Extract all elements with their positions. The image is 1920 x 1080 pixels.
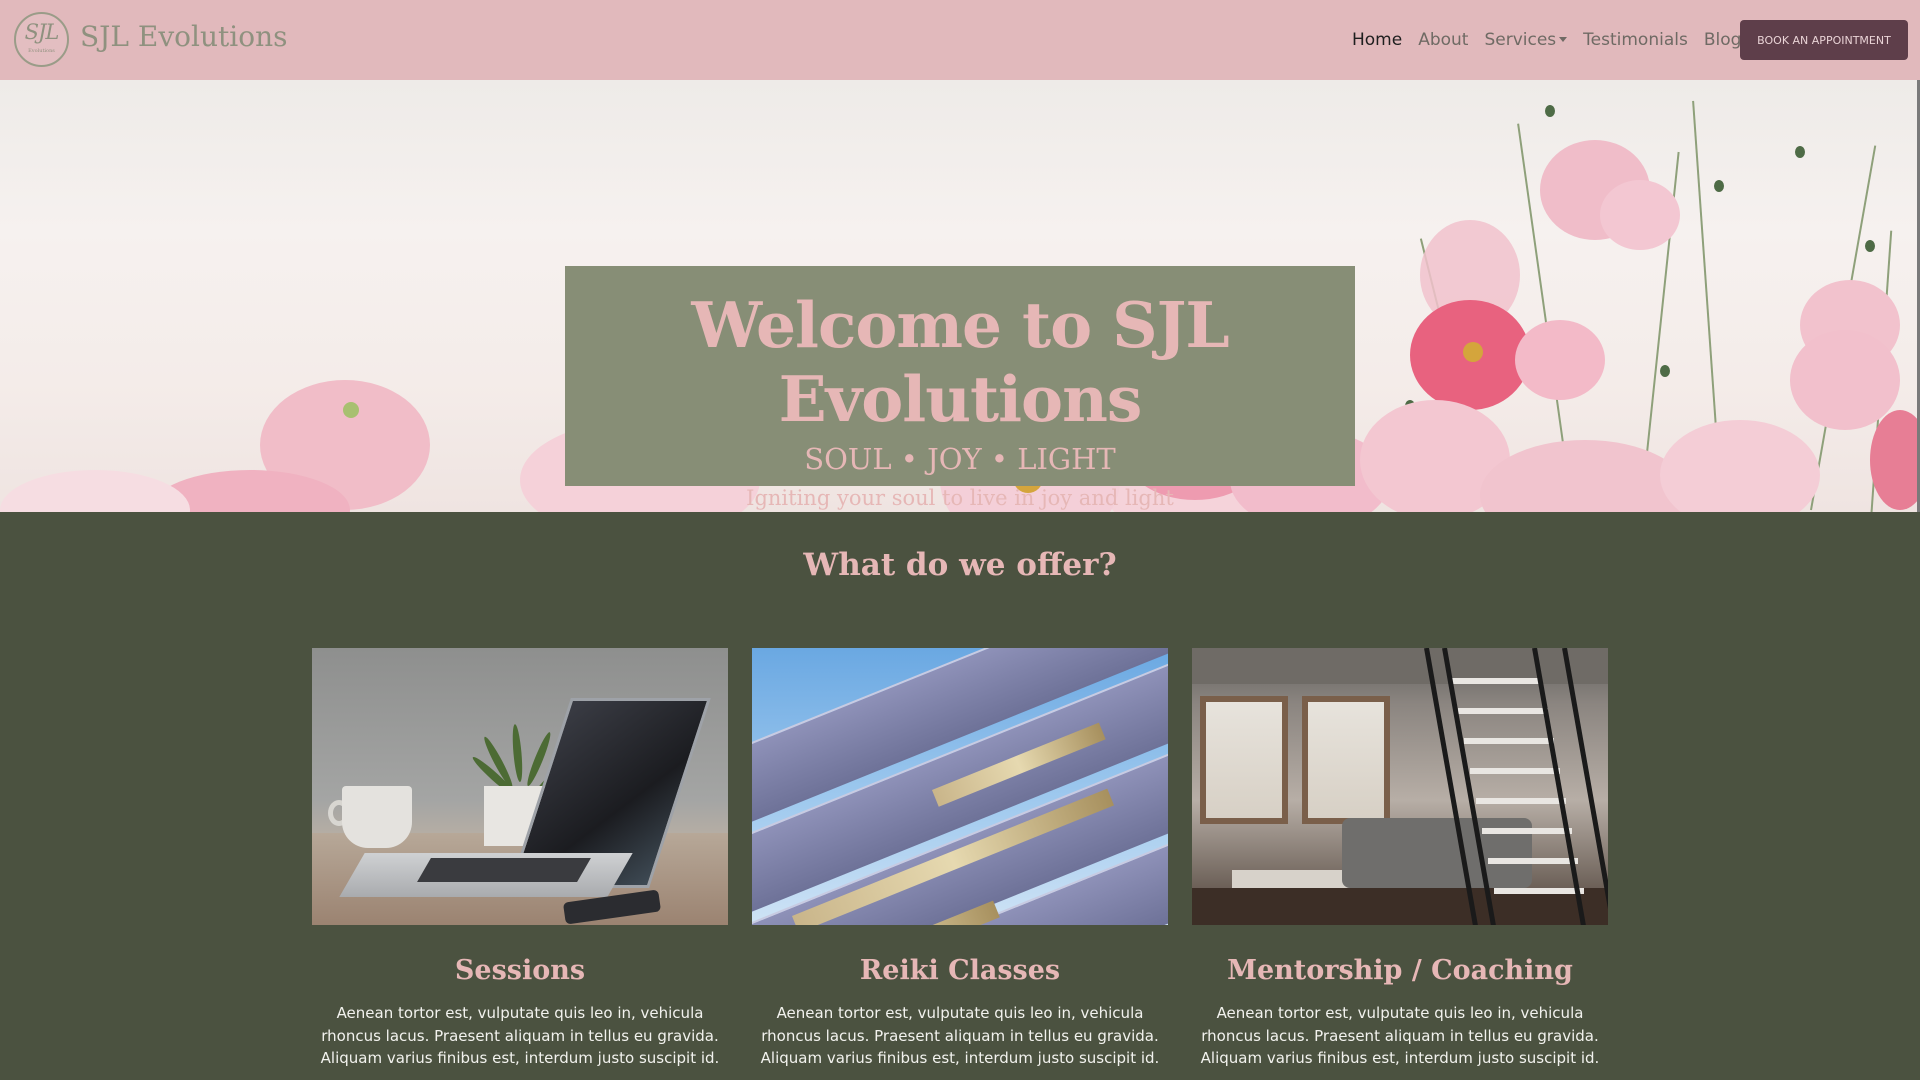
logo: SJL Evolutions <box>14 12 69 67</box>
nav-item-testimonials[interactable]: Testimonials <box>1583 30 1688 50</box>
brand-name: SJL Evolutions <box>80 20 288 53</box>
card-text: Aenean tortor est, vulputate quis leo in… <box>1200 1004 1600 1067</box>
hero-title-box: Welcome to SJL Evolutions SOUL • JOY • L… <box>565 266 1355 510</box>
offer-card-mentorship: Mentorship / Coaching Aenean tortor est,… <box>1192 648 1608 1070</box>
card-title: Mentorship / Coaching <box>1227 955 1573 986</box>
navbar: SJL Evolutions SJL Evolutions Home About… <box>0 0 1920 80</box>
building-facade-image <box>752 648 1168 925</box>
logo-sub: Evolutions <box>28 48 55 54</box>
nav-item-about[interactable]: About <box>1418 30 1468 50</box>
chevron-down-icon <box>1559 36 1568 42</box>
nav-item-services-label: Services <box>1484 30 1557 50</box>
offer-heading: What do we offer? <box>803 547 1117 583</box>
book-appointment-button[interactable]: BOOK AN APPOINTMENT <box>1740 20 1908 60</box>
main-nav: Home About Services Testimonials Blog <box>1352 30 1757 50</box>
laptop-desk-image <box>312 648 728 925</box>
card-title: Sessions <box>454 955 586 986</box>
hero-subtitle: SOUL • JOY • LIGHT <box>804 442 1116 476</box>
loft-interior-image <box>1192 648 1608 925</box>
nav-item-blog[interactable]: Blog <box>1704 30 1742 50</box>
hero-title: Welcome to SJL Evolutions <box>691 288 1229 436</box>
card-text: Aenean tortor est, vulputate quis leo in… <box>320 1004 720 1067</box>
nav-item-home[interactable]: Home <box>1352 30 1402 50</box>
hero-tagline: Igniting your soul to live in joy and li… <box>746 486 1174 510</box>
hero-banner: Welcome to SJL Evolutions SOUL • JOY • L… <box>0 80 1920 512</box>
card-text: Aenean tortor est, vulputate quis leo in… <box>760 1004 1160 1067</box>
logo-mark: SJL <box>24 20 60 44</box>
card-title: Reiki Classes <box>859 955 1061 986</box>
brand-link[interactable]: SJL Evolutions SJL Evolutions <box>14 12 287 67</box>
nav-item-services[interactable]: Services <box>1484 30 1568 50</box>
offer-card-sessions: Sessions Aenean tortor est, vulputate qu… <box>312 648 728 1070</box>
offer-card-reiki: Reiki Classes Aenean tortor est, vulputa… <box>752 648 1168 1070</box>
